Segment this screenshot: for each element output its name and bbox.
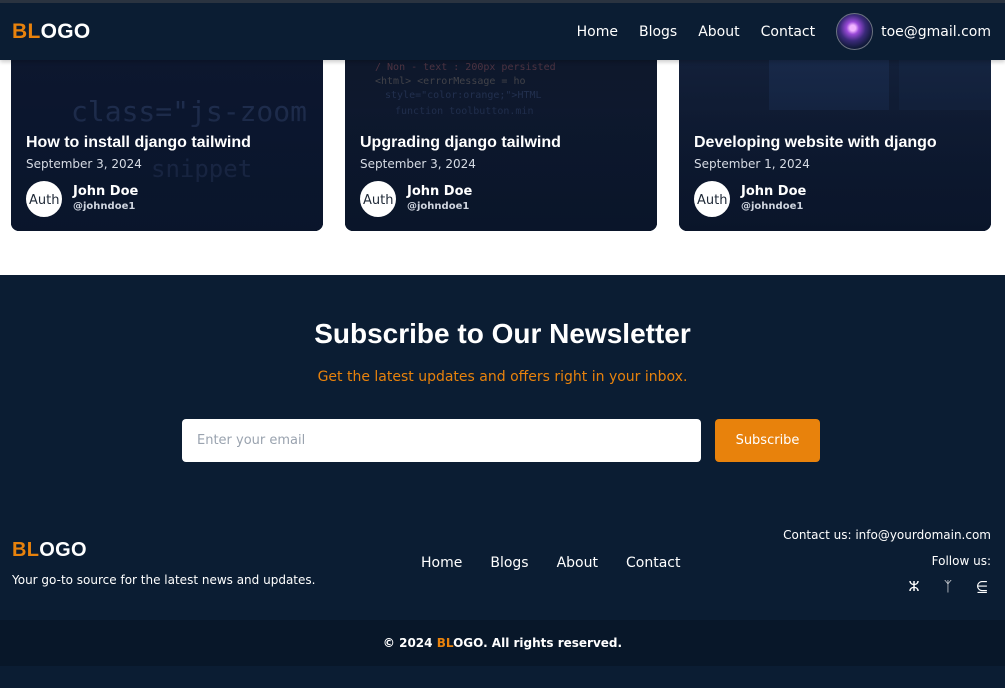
- author-meta: John Doe @johndoe1: [407, 184, 472, 214]
- blog-card-title[interactable]: Developing website with django: [694, 134, 937, 152]
- nav-contact-link[interactable]: Contact: [761, 24, 815, 40]
- linkedin-icon[interactable]: ⋸: [973, 579, 991, 595]
- footer-follow-label: Follow us:: [931, 554, 991, 568]
- author-meta: John Doe @johndoe1: [73, 184, 138, 214]
- author-avatar: Auth: [694, 181, 730, 217]
- footer-blogs-link[interactable]: Blogs: [490, 555, 528, 571]
- copyright-prefix: © 2024: [382, 636, 437, 650]
- copyright-bar: © 2024 BLOGO. All rights reserved.: [0, 620, 1005, 666]
- newsletter-subtitle: Get the latest updates and offers right …: [317, 369, 688, 385]
- logo-accent: BL: [12, 19, 41, 43]
- author-avatar: Auth: [360, 181, 396, 217]
- footer-logo-text: OGO: [39, 539, 87, 561]
- footer-contact: Contact us: info@yourdomain.com: [783, 528, 991, 542]
- blog-card-title[interactable]: Upgrading django tailwind: [360, 134, 561, 152]
- user-menu[interactable]: toe@gmail.com: [836, 13, 991, 50]
- footer-contact-link[interactable]: Contact: [626, 555, 680, 571]
- footer-logo[interactable]: BLOGO: [12, 539, 87, 562]
- user-email[interactable]: toe@gmail.com: [881, 24, 991, 40]
- footer-home-link[interactable]: Home: [421, 555, 462, 571]
- footer-logo-accent: BL: [12, 539, 40, 561]
- author-info: Auth John Doe @johndoe1: [694, 181, 806, 217]
- top-navbar: BLOGO Home Blogs About Contact toe@gmail…: [0, 0, 1005, 60]
- author-info: Auth John Doe @johndoe1: [360, 181, 472, 217]
- author-handle: @johndoe1: [73, 201, 136, 212]
- social-links: ⵣ ᛉ ⋸: [889, 579, 991, 595]
- site-logo[interactable]: BLOGO: [12, 20, 91, 44]
- nav-about-link[interactable]: About: [698, 24, 739, 40]
- twitter-icon[interactable]: ᛉ: [939, 579, 957, 595]
- author-handle: @johndoe1: [407, 201, 470, 212]
- facebook-icon[interactable]: ⵣ: [905, 579, 923, 595]
- logo-text: OGO: [40, 19, 91, 43]
- footer-nav: Home Blogs About Contact: [421, 555, 708, 571]
- author-handle: @johndoe1: [741, 201, 804, 212]
- blog-card-date: September 3, 2024: [360, 157, 476, 171]
- main-nav: Home Blogs About Contact: [577, 24, 815, 40]
- newsletter-email-input[interactable]: [182, 419, 701, 462]
- copyright-accent: BL: [436, 636, 454, 650]
- author-name: John Doe: [407, 184, 473, 199]
- nav-home-link[interactable]: Home: [577, 24, 618, 40]
- footer-tagline: Your go-to source for the latest news an…: [12, 573, 316, 587]
- author-info: Auth John Doe @johndoe1: [26, 181, 138, 217]
- user-avatar[interactable]: [836, 13, 874, 50]
- copyright-suffix: . All rights reserved.: [483, 636, 623, 650]
- author-name: John Doe: [741, 184, 807, 199]
- footer-about-link[interactable]: About: [557, 555, 598, 571]
- blog-card-title[interactable]: How to install django tailwind: [26, 134, 251, 152]
- nav-blogs-link[interactable]: Blogs: [639, 24, 677, 40]
- blog-card-date: September 1, 2024: [694, 157, 810, 171]
- author-meta: John Doe @johndoe1: [741, 184, 806, 214]
- blog-card-date: September 3, 2024: [26, 157, 142, 171]
- copyright-brand: OGO: [453, 636, 484, 650]
- subscribe-button[interactable]: Subscribe: [715, 419, 820, 462]
- author-avatar: Auth: [26, 181, 62, 217]
- newsletter-title: Subscribe to Our Newsletter: [314, 318, 691, 349]
- author-name: John Doe: [73, 184, 139, 199]
- newsletter-section: Subscribe to Our Newsletter Get the late…: [0, 275, 1005, 688]
